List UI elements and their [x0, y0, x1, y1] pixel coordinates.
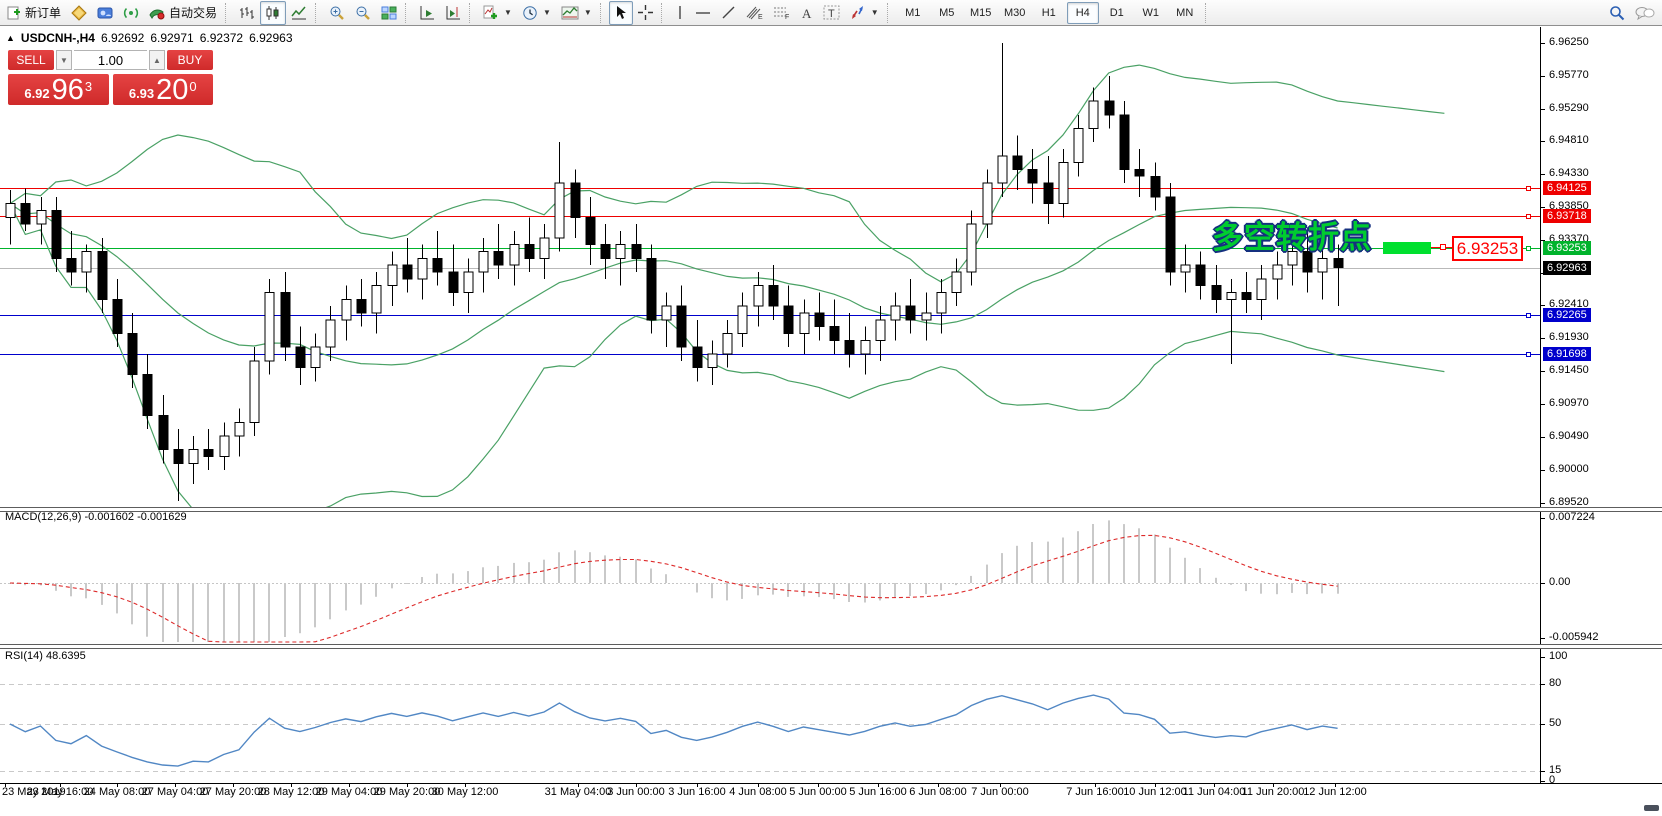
time-axis-border — [0, 783, 1662, 784]
volume-increase-button[interactable]: ▲ — [149, 50, 165, 70]
buy-button[interactable]: BUY — [167, 50, 213, 70]
chart-canvas[interactable] — [0, 0, 1662, 816]
sell-label: SELL — [16, 53, 45, 67]
sell-price-big: 96 — [52, 76, 84, 104]
ohlc-open: 6.92692 — [101, 31, 144, 45]
annotation-price-box[interactable]: 6.93253 — [1452, 236, 1523, 261]
mt4-window: 新订单 自动交易 — [0, 0, 1662, 816]
sell-price-sup: 3 — [85, 82, 92, 92]
symbol-name: USDCNH-,H4 — [21, 31, 95, 45]
ohlc-low: 6.92372 — [200, 31, 243, 45]
ohlc-high: 6.92971 — [150, 31, 193, 45]
buy-price-big: 20 — [156, 76, 188, 104]
annotation-anchor-square[interactable] — [1440, 244, 1446, 250]
panel-divider-rsi[interactable] — [0, 644, 1662, 649]
volume-input[interactable] — [74, 50, 147, 70]
buy-price-display[interactable]: 6.93 20 0 — [113, 74, 214, 105]
macd-layer — [0, 520, 1540, 642]
price-axis-line — [1540, 27, 1541, 783]
sell-price-display[interactable]: 6.92 96 3 — [8, 74, 109, 105]
buy-label: BUY — [178, 53, 203, 67]
volume-decrease-button[interactable]: ▼ — [56, 50, 72, 70]
panel-divider-macd[interactable] — [0, 507, 1662, 512]
annotation-text[interactable]: 多空转折点 — [1212, 212, 1372, 257]
one-click-trading-panel: SELL ▼ ▲ BUY 6.92 96 3 6.93 20 0 — [8, 50, 213, 105]
bollinger-bands-layer — [10, 65, 1444, 535]
symbol-header: ▲ USDCNH-,H4 6.92692 6.92971 6.92372 6.9… — [6, 31, 293, 45]
macd-label: MACD(12,26,9) -0.001602 -0.001629 — [5, 511, 187, 523]
collapse-panel-icon[interactable]: ▲ — [6, 33, 15, 43]
sell-price-small: 6.92 — [24, 86, 49, 101]
buy-price-small: 6.93 — [129, 86, 154, 101]
rsi-layer — [0, 685, 1540, 772]
ohlc-close: 6.92963 — [249, 31, 292, 45]
candlesticks-layer — [6, 43, 1343, 501]
rsi-label: RSI(14) 48.6395 — [5, 650, 86, 662]
annotation-green-rectangle[interactable] — [1383, 242, 1431, 254]
buy-price-sup: 0 — [189, 82, 196, 92]
sell-button[interactable]: SELL — [8, 50, 54, 70]
scrollbar-grip[interactable] — [1644, 805, 1659, 811]
